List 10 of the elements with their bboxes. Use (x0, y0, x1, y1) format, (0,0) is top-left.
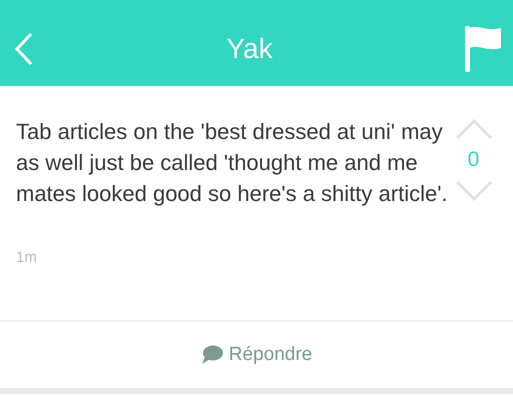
reply-button[interactable]: Répondre (196, 340, 316, 370)
post-text: Tab articles on the 'best dressed at uni' may as well just be called 'thought me and me mates looked good so here's a shitty article'. (16, 118, 449, 208)
back-button[interactable] (14, 32, 34, 66)
nav-title: Yak (226, 33, 273, 65)
speech-bubble-icon (200, 345, 223, 365)
upvote-icon[interactable] (454, 118, 492, 140)
downvote-icon[interactable] (454, 180, 492, 202)
post-time: 1m (16, 249, 38, 266)
vote-count: 0 (468, 148, 480, 172)
flag-icon[interactable] (464, 26, 501, 72)
